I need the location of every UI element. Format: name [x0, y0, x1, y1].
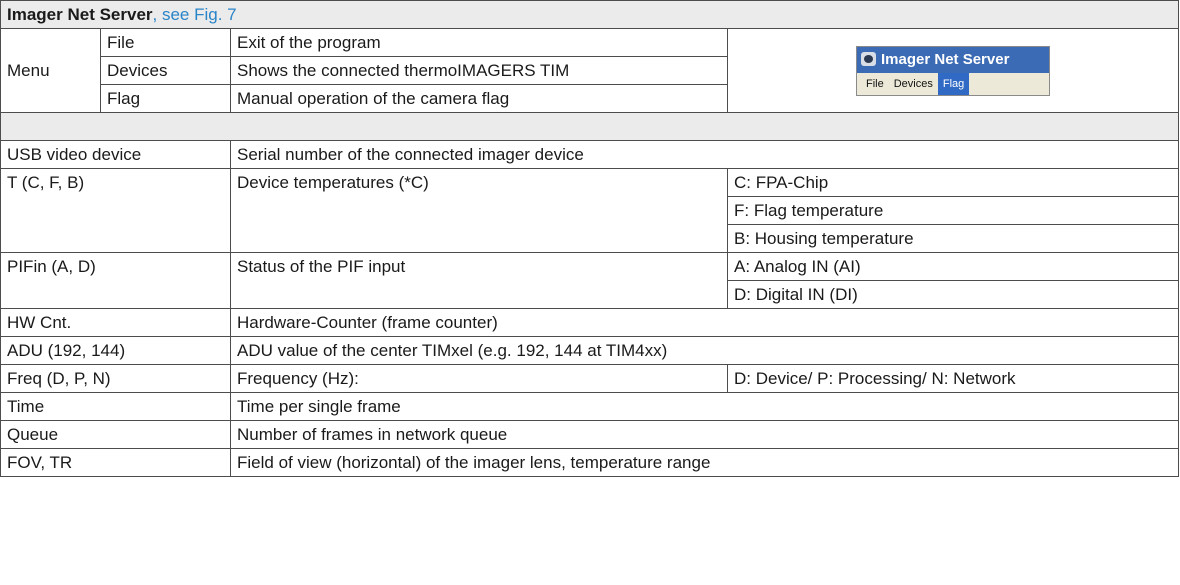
queue-label: Queue [0, 420, 231, 449]
pif-sub-analog: A: Analog IN (AI) [726, 252, 1180, 281]
spacer-row [0, 112, 1180, 141]
queue-desc: Number of frames in network queue [229, 420, 1180, 449]
menu-item-file: File [100, 28, 231, 57]
table-row: FOV, TR Field of view (horizontal) of th… [0, 448, 1180, 477]
time-label: Time [0, 392, 231, 421]
pif-desc: Status of the PIF input [230, 252, 728, 309]
table-row: T (C, F, B) Device temperatures (*C) C: … [0, 168, 1180, 253]
freq-sub: D: Device/ P: Processing/ N: Network [726, 364, 1180, 393]
table-row: PIFin (A, D) Status of the PIF input A: … [0, 252, 1180, 309]
section-title: Imager Net Server [7, 5, 153, 24]
mini-window-titlebar: Imager Net Server [857, 46, 1049, 73]
fov-label: FOV, TR [0, 448, 231, 477]
pif-sub-digital: D: Digital IN (DI) [726, 280, 1180, 309]
hw-desc: Hardware-Counter (frame counter) [229, 308, 1180, 337]
imager-net-server-table: Imager Net Server, see Fig. 7 Menu File … [0, 0, 1180, 477]
freq-desc: Frequency (Hz): [230, 364, 728, 393]
time-desc: Time per single frame [229, 392, 1180, 421]
table-header-cell: Imager Net Server, see Fig. 7 [0, 0, 1180, 29]
adu-desc: ADU value of the center TIMxel (e.g. 192… [229, 336, 1180, 365]
table-row: HW Cnt. Hardware-Counter (frame counter) [0, 308, 1180, 337]
temp-sub-flag: F: Flag temperature [726, 196, 1180, 225]
mini-menu-file[interactable]: File [861, 73, 889, 95]
adu-label: ADU (192, 144) [0, 336, 231, 365]
menu-screenshot-cell: Imager Net Server File Devices Flag [726, 28, 1180, 113]
pif-label: PIFin (A, D) [0, 252, 231, 309]
menu-item-flag-desc: Manual operation of the camera flag [230, 84, 728, 113]
freq-label: Freq (D, P, N) [0, 364, 231, 393]
menu-item-flag: Flag [100, 84, 231, 113]
usb-label: USB video device [0, 140, 231, 169]
table-row: Freq (D, P, N) Frequency (Hz): D: Device… [0, 364, 1180, 393]
table-row: Time Time per single frame [0, 392, 1180, 421]
usb-desc: Serial number of the connected imager de… [229, 140, 1180, 169]
temp-label: T (C, F, B) [0, 168, 231, 253]
menu-label: Menu [0, 28, 101, 113]
table-row: ADU (192, 144) ADU value of the center T… [0, 336, 1180, 365]
mini-window: Imager Net Server File Devices Flag [856, 45, 1050, 96]
fov-desc: Field of view (horizontal) of the imager… [229, 448, 1180, 477]
figure-reference-link[interactable]: , see Fig. 7 [153, 5, 237, 24]
menu-item-devices: Devices [100, 56, 231, 85]
menu-item-file-desc: Exit of the program [230, 28, 728, 57]
temp-desc: Device temperatures (*C) [230, 168, 728, 253]
menu-item-devices-desc: Shows the connected thermoIMAGERS TIM [230, 56, 728, 85]
mini-window-title: Imager Net Server [881, 50, 1010, 68]
mini-window-menubar: File Devices Flag [857, 72, 1049, 95]
table-header-row: Imager Net Server, see Fig. 7 [0, 0, 1180, 29]
mini-menu-flag[interactable]: Flag [937, 72, 970, 95]
app-camera-icon [861, 51, 876, 66]
hw-label: HW Cnt. [0, 308, 231, 337]
table-row: Queue Number of frames in network queue [0, 420, 1180, 449]
menu-row-file: Menu File Exit of the program Imager Net… [0, 28, 1180, 113]
spacer-cell [0, 112, 1180, 141]
table-row: USB video device Serial number of the co… [0, 140, 1180, 169]
mini-menu-devices[interactable]: Devices [889, 73, 938, 95]
temp-sub-fpa: C: FPA-Chip [726, 168, 1180, 197]
temp-sub-housing: B: Housing temperature [726, 224, 1180, 253]
